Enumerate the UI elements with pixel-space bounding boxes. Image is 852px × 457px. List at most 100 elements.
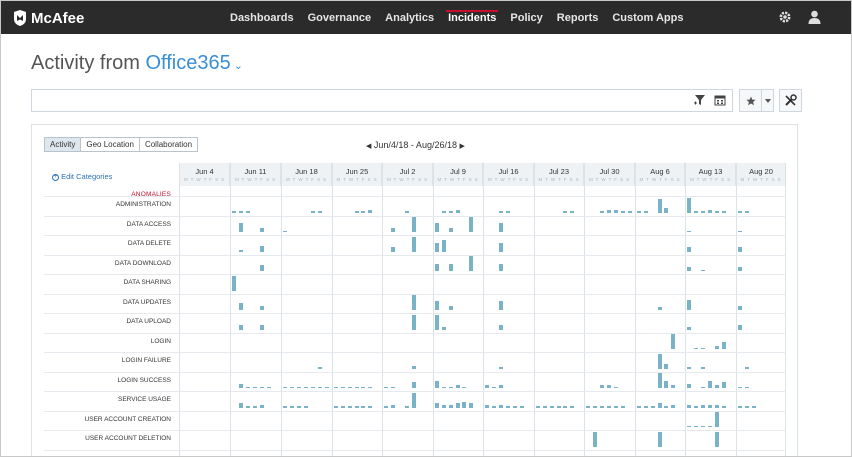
activity-bar[interactable] — [738, 406, 742, 408]
activity-bar[interactable] — [738, 305, 742, 310]
activity-bar[interactable] — [361, 406, 366, 408]
activity-bar[interactable] — [657, 431, 662, 447]
activity-bar[interactable] — [664, 380, 669, 388]
activity-bar[interactable] — [303, 386, 308, 388]
activity-bar[interactable] — [259, 325, 264, 330]
activity-bar[interactable] — [340, 386, 345, 388]
activity-bar[interactable] — [599, 211, 604, 213]
activity-bar[interactable] — [613, 386, 618, 388]
activity-bar[interactable] — [441, 386, 446, 388]
activity-bar[interactable] — [671, 334, 676, 349]
activity-bar[interactable] — [485, 404, 489, 408]
activity-bar[interactable] — [266, 386, 271, 388]
activity-bar[interactable] — [599, 406, 604, 408]
nav-item-dashboards[interactable]: Dashboards — [223, 1, 301, 34]
activity-bar[interactable] — [259, 404, 264, 408]
activity-bar[interactable] — [512, 406, 517, 408]
activity-bar[interactable] — [738, 325, 742, 330]
activity-bar[interactable] — [650, 406, 655, 408]
activity-bar[interactable] — [361, 211, 366, 213]
activity-bar[interactable] — [563, 211, 568, 213]
activity-bar[interactable] — [411, 314, 416, 330]
activity-bar[interactable] — [289, 386, 294, 388]
activity-bar[interactable] — [536, 406, 540, 408]
activity-bar[interactable] — [498, 385, 503, 388]
activity-bar[interactable] — [232, 211, 236, 213]
activity-bar[interactable] — [296, 386, 301, 388]
activity-bar[interactable] — [714, 385, 719, 388]
activity-bar[interactable] — [498, 367, 503, 369]
next-range-icon[interactable]: ▶ — [460, 143, 465, 150]
nav-item-custom-apps[interactable]: Custom Apps — [605, 1, 690, 34]
activity-bar[interactable] — [751, 406, 756, 408]
activity-bar[interactable] — [606, 210, 611, 213]
activity-bar[interactable] — [334, 386, 338, 388]
activity-bar[interactable] — [347, 386, 352, 388]
activity-bar[interactable] — [693, 347, 698, 349]
activity-bar[interactable] — [664, 364, 669, 369]
activity-bar[interactable] — [498, 301, 503, 310]
activity-bar[interactable] — [542, 406, 547, 408]
activity-bar[interactable] — [252, 386, 257, 388]
activity-bar[interactable] — [340, 406, 345, 408]
activity-bar[interactable] — [435, 263, 439, 271]
activity-bar[interactable] — [435, 301, 439, 310]
activity-bar[interactable] — [455, 209, 460, 213]
activity-bar[interactable] — [549, 406, 554, 408]
activity-bar[interactable] — [317, 211, 322, 213]
source-selector[interactable]: Office365 — [145, 52, 230, 74]
activity-bar[interactable] — [469, 217, 474, 232]
activity-bar[interactable] — [238, 302, 243, 310]
activity-bar[interactable] — [606, 406, 611, 408]
tools-button[interactable] — [779, 89, 802, 112]
activity-bar[interactable] — [259, 305, 264, 310]
activity-bar[interactable] — [411, 382, 416, 388]
activity-bar[interactable] — [491, 386, 496, 388]
activity-bar[interactable] — [498, 211, 503, 213]
activity-bar[interactable] — [441, 239, 446, 252]
activity-bar[interactable] — [283, 230, 287, 232]
activity-bar[interactable] — [238, 223, 243, 232]
nav-item-governance[interactable]: Governance — [301, 1, 379, 34]
activity-bar[interactable] — [390, 227, 395, 232]
activity-bar[interactable] — [570, 406, 575, 408]
activity-bar[interactable] — [317, 367, 322, 369]
tab-geo-location[interactable]: Geo Location — [80, 137, 140, 152]
activity-bar[interactable] — [435, 314, 439, 330]
activity-bar[interactable] — [317, 386, 322, 388]
activity-bar[interactable] — [441, 211, 446, 213]
activity-bar[interactable] — [700, 347, 705, 349]
activity-bar[interactable] — [613, 406, 618, 408]
nav-item-reports[interactable]: Reports — [550, 1, 606, 34]
activity-bar[interactable] — [700, 404, 705, 408]
activity-bar[interactable] — [707, 209, 712, 213]
activity-bar[interactable] — [462, 401, 467, 408]
activity-bar[interactable] — [505, 211, 510, 213]
activity-bar[interactable] — [687, 404, 691, 408]
activity-bar[interactable] — [245, 406, 250, 408]
activity-bar[interactable] — [404, 406, 409, 408]
activity-bar[interactable] — [390, 404, 395, 408]
activity-bar[interactable] — [238, 325, 243, 330]
activity-bar[interactable] — [687, 326, 691, 330]
activity-bar[interactable] — [586, 406, 590, 408]
activity-bar[interactable] — [310, 386, 315, 388]
activity-bar[interactable] — [744, 406, 749, 408]
activity-bar[interactable] — [744, 211, 749, 213]
activity-bar[interactable] — [519, 406, 524, 408]
activity-bar[interactable] — [498, 242, 503, 252]
activity-bar[interactable] — [435, 242, 439, 252]
activity-bar[interactable] — [738, 386, 742, 388]
activity-bar[interactable] — [485, 385, 489, 388]
activity-bar[interactable] — [657, 307, 662, 310]
activity-bar[interactable] — [411, 392, 416, 408]
activity-bar[interactable] — [721, 341, 726, 349]
activity-bar[interactable] — [435, 403, 439, 408]
activity-bar[interactable] — [671, 385, 676, 388]
activity-bar[interactable] — [693, 211, 698, 213]
activity-bar[interactable] — [707, 404, 712, 408]
tab-activity[interactable]: Activity — [44, 137, 82, 152]
activity-bar[interactable] — [687, 266, 691, 271]
activity-bar[interactable] — [693, 406, 698, 408]
activity-bar[interactable] — [435, 380, 439, 388]
